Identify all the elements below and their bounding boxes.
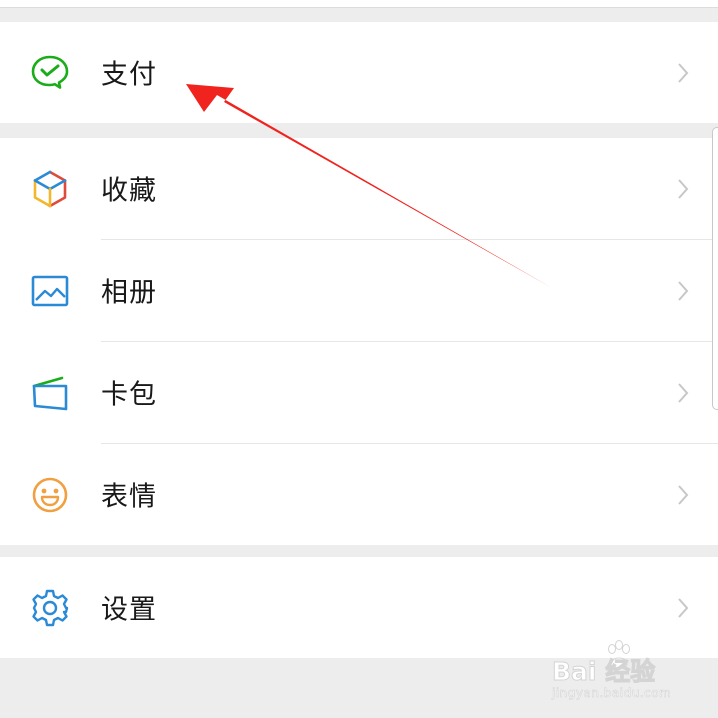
menu-group-main: 收藏 相册 卡包 表情 (0, 138, 718, 545)
scrollbar[interactable] (712, 127, 718, 410)
card-wallet-icon (30, 373, 70, 413)
menu-item-label: 相册 (101, 277, 157, 309)
menu-item-stickers[interactable]: 表情 (0, 444, 718, 545)
menu-item-card-wallet[interactable]: 卡包 (0, 342, 718, 443)
previous-section-edge (0, 0, 718, 7)
chevron-right-icon (678, 484, 689, 505)
chevron-right-icon (678, 597, 689, 618)
menu-item-label: 收藏 (101, 175, 157, 207)
menu-item-album[interactable]: 相册 (0, 240, 718, 341)
album-picture-icon (30, 271, 70, 311)
chevron-right-icon (678, 62, 689, 83)
menu-item-favorites[interactable]: 收藏 (0, 138, 718, 239)
menu-item-label: 设置 (101, 594, 157, 626)
chevron-right-icon (678, 280, 689, 301)
menu-group-settings: 设置 (0, 557, 718, 658)
wechat-me-menu-screen: 支付 收藏 相册 卡包 表情 设置 Bai 经验 jingyan.baidu.c… (0, 0, 718, 718)
menu-item-label: 表情 (101, 481, 157, 513)
menu-item-label: 支付 (101, 59, 157, 91)
menu-item-settings[interactable]: 设置 (0, 557, 718, 658)
favorites-cube-icon (30, 169, 70, 209)
chevron-right-icon (678, 382, 689, 403)
watermark-url: jingyan.baidu.com (552, 686, 672, 701)
chevron-right-icon (678, 178, 689, 199)
menu-item-pay[interactable]: 支付 (0, 22, 718, 123)
emoji-smile-icon (30, 475, 70, 515)
settings-gear-icon (30, 588, 70, 628)
wechat-pay-icon (30, 53, 70, 93)
menu-item-label: 卡包 (101, 379, 157, 411)
menu-group-pay: 支付 (0, 22, 718, 123)
section-divider (0, 7, 718, 8)
